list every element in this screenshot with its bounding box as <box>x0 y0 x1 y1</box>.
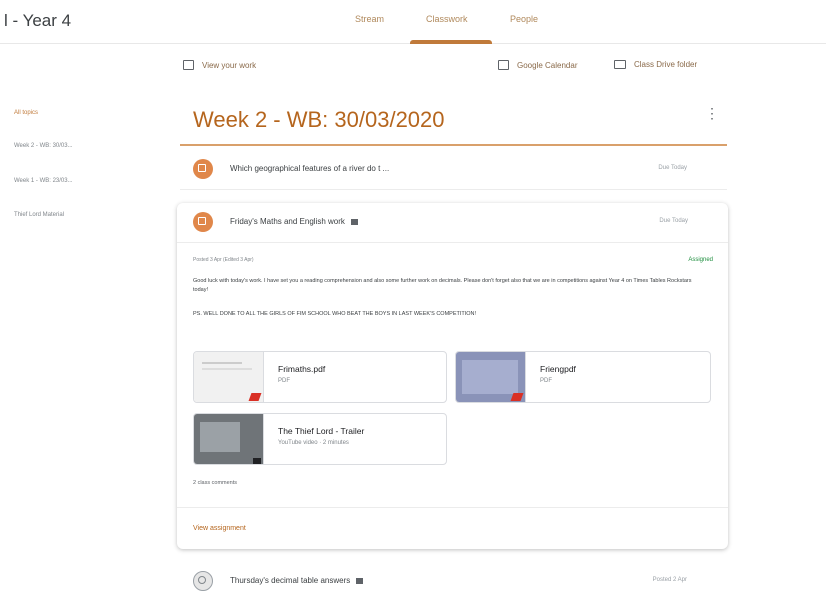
assignment-details: Posted 3 Apr (Edited 3 Apr) Assigned Goo… <box>193 257 713 317</box>
sidebar-item-all-topics[interactable]: All topics <box>14 110 38 116</box>
topic-divider <box>180 144 727 146</box>
attachment-title: Friengpdf <box>540 364 576 374</box>
attachment-video-trailer[interactable]: The Thief Lord - Trailer YouTube video ·… <box>193 413 447 465</box>
play-icon <box>253 458 261 464</box>
assignment-due: Due Today <box>659 218 688 224</box>
assignment-title: Friday's Maths and English work <box>230 217 359 226</box>
assignment-icon <box>193 159 213 179</box>
assignment-row-geography[interactable]: Which geographical features of a river d… <box>180 150 727 190</box>
assignment-icon <box>193 212 213 232</box>
material-icon <box>193 571 213 591</box>
more-options-icon[interactable]: ⋮ <box>705 106 719 120</box>
pdf-icon <box>248 393 262 401</box>
sidebar-item-week-1[interactable]: Week 1 - WB: 23/03... <box>14 178 73 184</box>
active-tab-indicator <box>410 40 492 44</box>
assignment-card-expanded: Friday's Maths and English work Due Toda… <box>177 203 728 549</box>
tab-stream[interactable]: Stream <box>355 14 384 24</box>
attachment-type: PDF <box>278 378 290 384</box>
status-badge: Assigned <box>688 257 713 263</box>
comment-icon <box>356 577 364 584</box>
account-box-icon <box>183 60 194 70</box>
assignment-title: Which geographical features of a river d… <box>230 164 390 173</box>
attachment-thumbnail <box>456 352 526 402</box>
assignment-due: Due Today <box>658 165 687 171</box>
drive-label: Class Drive folder <box>634 60 698 69</box>
assignment-ps-note: PS. WELL DONE TO ALL THE GIRLS OF FIM SC… <box>193 311 477 317</box>
video-thumbnail <box>194 414 264 464</box>
material-row-decimals[interactable]: Thursday's decimal table answers Posted … <box>180 562 727 592</box>
comment-icon <box>351 218 359 225</box>
class-title: l - Year 4 <box>4 11 72 30</box>
assignment-card-footer: View assignment <box>177 507 728 549</box>
calendar-label: Google Calendar <box>517 60 578 70</box>
assignment-description: Good luck with today's work. I have set … <box>193 278 692 293</box>
class-comments-link[interactable]: 2 class comments <box>193 480 237 486</box>
attachment-title: Frimaths.pdf <box>278 364 326 374</box>
google-calendar-link[interactable]: Google Calendar <box>498 60 577 70</box>
material-posted-date: Posted 2 Apr <box>652 577 687 583</box>
top-bar: l - Year 4 Stream Classwork People <box>0 0 826 44</box>
sidebar-item-week-2[interactable]: Week 2 - WB: 30/03... <box>14 143 73 149</box>
view-work-link[interactable]: View your work <box>183 60 256 70</box>
assignment-card-header[interactable]: Friday's Maths and English work Due Toda… <box>177 203 728 243</box>
view-work-label: View your work <box>202 60 257 70</box>
tab-people[interactable]: People <box>510 14 538 24</box>
attachment-type: PDF <box>540 378 552 384</box>
sidebar-item-thief-lord[interactable]: Thief Lord Material <box>14 212 64 218</box>
posted-date: Posted 3 Apr (Edited 3 Apr) <box>193 257 254 263</box>
attachment-type: YouTube video · 2 minutes <box>278 440 349 446</box>
calendar-icon <box>498 60 509 70</box>
folder-icon <box>614 60 626 69</box>
tab-classwork[interactable]: Classwork <box>426 14 468 24</box>
class-drive-link[interactable]: Class Drive folder <box>614 60 697 69</box>
topic-title: Week 2 - WB: 30/03/2020 <box>193 107 445 132</box>
attachment-frieng[interactable]: Friengpdf PDF <box>455 351 711 403</box>
attachment-thumbnail <box>194 352 264 402</box>
attachment-title: The Thief Lord - Trailer <box>278 426 365 436</box>
pdf-icon <box>510 393 524 401</box>
view-assignment-link[interactable]: View assignment <box>193 525 246 532</box>
attachment-frimaths[interactable]: Frimaths.pdf PDF <box>193 351 447 403</box>
material-title: Thursday's decimal table answers <box>230 576 364 585</box>
